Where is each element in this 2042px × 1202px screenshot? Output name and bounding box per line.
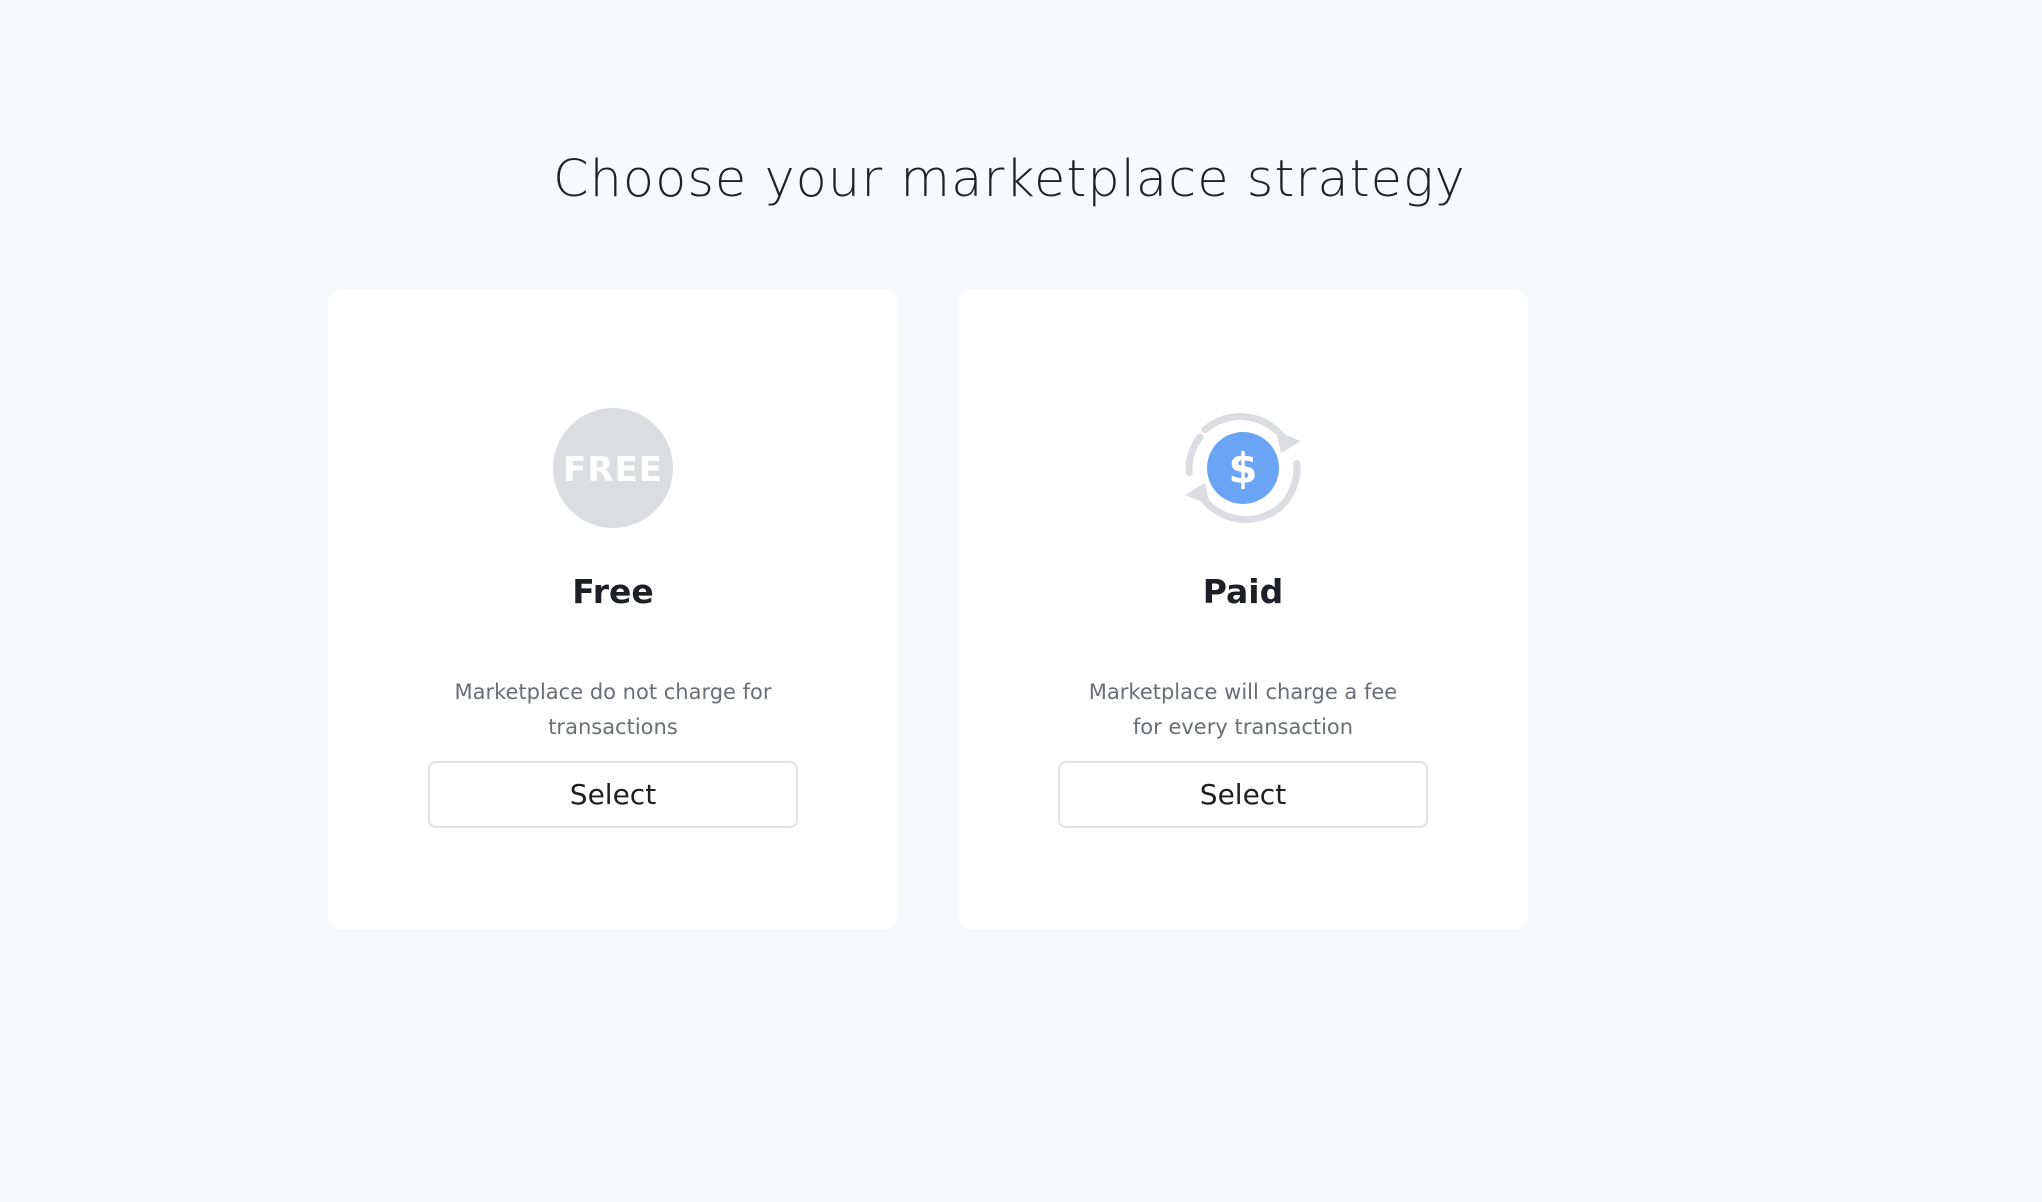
svg-text:FREE: FREE <box>563 450 663 490</box>
free-option-card: FREE Free Marketplace do not charge for … <box>328 290 898 930</box>
select-free-button[interactable]: Select <box>428 761 798 828</box>
free-option-description: Marketplace do not charge for transactio… <box>454 680 772 739</box>
dollar-cycle-icon: $ <box>1183 408 1303 528</box>
paid-option-description: Marketplace will charge a fee for every … <box>1088 680 1398 739</box>
paid-option-title: Paid <box>1202 572 1284 611</box>
select-paid-button[interactable]: Select <box>1058 761 1428 828</box>
free-option-title: Free <box>572 572 654 611</box>
paid-option-card: $ Paid Marketplace will charge a fee for… <box>958 290 1528 930</box>
svg-text:$: $ <box>1228 444 1257 493</box>
free-badge-icon: FREE <box>553 408 673 528</box>
page-title: Choose your marketplace strategy <box>553 150 1466 209</box>
